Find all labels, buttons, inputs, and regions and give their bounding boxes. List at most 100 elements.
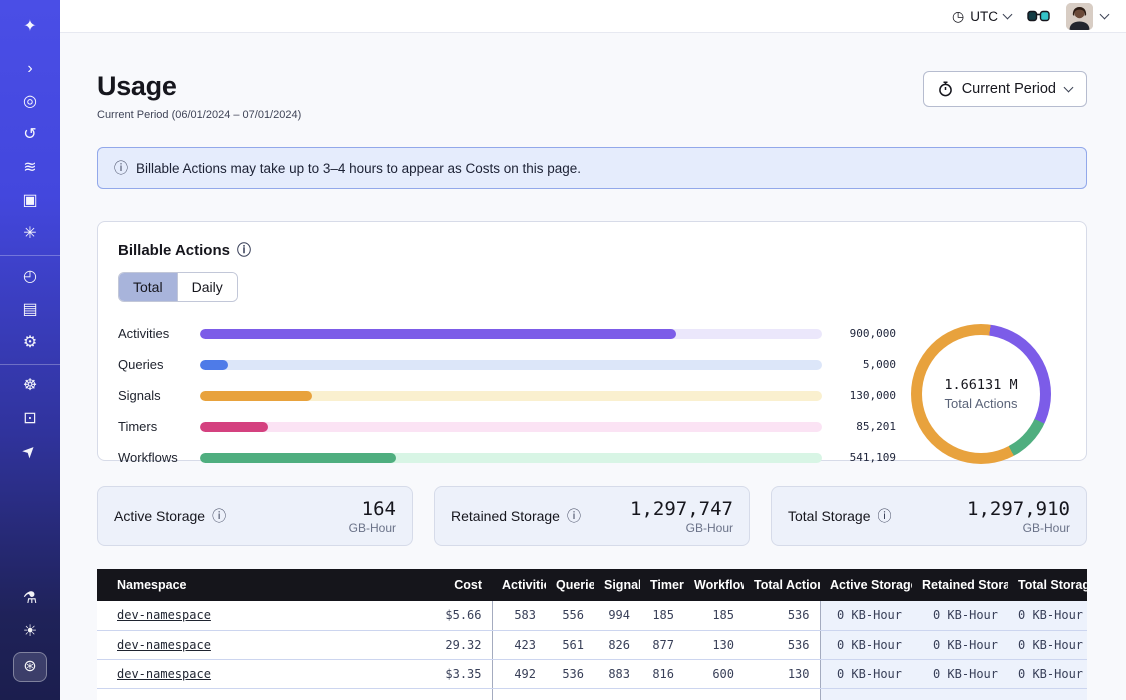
info-icon[interactable]: ⓘ [567,506,581,526]
table-cell [640,688,684,700]
billable-view-tabs: TotalDaily [118,272,238,302]
storage-card-label: Total Storage [788,508,871,524]
namespace-link[interactable]: dev-namespace [117,608,211,622]
storage-summary-row: Active Storageⓘ164GB-HourRetained Storag… [97,486,1087,546]
namespace-usage-table-wrap: NamespaceCostActivitiesQueriesSignalsTim… [97,569,1087,700]
table-cell: 556 [546,601,594,630]
stopwatch-icon [938,81,953,97]
bar-label: Activities [118,326,190,341]
storage-card-label: Retained Storage [451,508,560,524]
settings-gear-icon[interactable]: ⚙ [13,330,47,356]
namespace-cell: dev-namespace [97,601,382,630]
table-row: dev-namespace29.324235618268771305360 KB… [97,630,1087,659]
bar-fill [200,360,228,370]
storage-card-retained-storage: Retained Storageⓘ1,297,747GB-Hour [434,486,750,546]
storage-card-active-storage: Active Storageⓘ164GB-Hour [97,486,413,546]
namespace-usage-table: NamespaceCostActivitiesQueriesSignalsTim… [97,569,1087,700]
table-cell: 0 KB-Hour [1008,659,1087,688]
theme-sun-icon[interactable]: ☀ [13,619,47,645]
col-header-queries: Queries [546,569,594,601]
terminal-icon[interactable]: ⊡ [13,406,47,432]
table-cell [912,688,1008,700]
history-icon[interactable]: ↺ [13,122,47,148]
namespace-link[interactable]: dev-namespace [117,638,211,652]
table-cell: 883 [594,659,640,688]
table-cell: $5.66 [382,601,492,630]
storage-card-total-storage: Total Storageⓘ1,297,910GB-Hour [771,486,1087,546]
info-icon[interactable]: ⓘ [237,240,251,260]
table-cell: 185 [684,601,744,630]
bar-label: Workflows [118,450,190,465]
feedback-glasses-button[interactable] [1027,9,1050,23]
table-cell [546,688,594,700]
table-cell: 536 [744,601,820,630]
table-cell: 0 KB-Hour [820,601,912,630]
billable-actions-card: Billable Actions ⓘ TotalDaily Activities… [97,221,1087,461]
namespaces-icon[interactable]: ◎ [13,89,47,115]
page-subtitle: Current Period (06/01/2024 – 07/01/2024) [97,109,301,121]
table-cell: 583 [492,601,546,630]
banner-text: Billable Actions may take up to 3–4 hour… [136,161,581,176]
table-cell [594,688,640,700]
storage-card-label: Active Storage [114,508,205,524]
table-cell: 130 [684,630,744,659]
bar-track [200,360,822,370]
chevron-down-icon [1003,10,1013,20]
bar-track [200,391,822,401]
tab-total[interactable]: Total [119,273,177,301]
table-cell: 0 KB-Hour [820,630,912,659]
expand-sidebar-chevron-icon[interactable]: › [13,56,47,82]
temporal-logo-icon[interactable]: ✦ [13,14,47,40]
timezone-selector[interactable]: ◷ UTC [952,8,1011,25]
namespace-cell: dev-namespace [97,630,382,659]
table-cell: 0 KB-Hour [1008,630,1087,659]
table-row: dev-namespace$3.354925368838166001300 KB… [97,659,1087,688]
getting-started-rocket-icon[interactable]: ➤ [9,431,51,473]
bar-fill [200,391,312,401]
col-header-total-storage: Total Storage [1008,569,1087,601]
layers-icon[interactable]: ≋ [13,155,47,181]
table-cell: 536 [546,659,594,688]
storage-card-unit: GB-Hour [967,521,1070,535]
usage-gauge-icon[interactable]: ◴ [13,264,47,290]
usage-dollar-icon[interactable]: ⊛ [13,652,47,682]
table-cell: 0 KB-Hour [912,601,1008,630]
support-lifebuoy-icon[interactable]: ☸ [13,373,47,399]
tab-daily[interactable]: Daily [177,273,237,301]
bar-row-timers: Timers85,201 [118,419,896,434]
namespace-link[interactable]: dev-namespace [117,667,211,681]
table-cell: 0 KB-Hour [820,659,912,688]
bar-row-workflows: Workflows541,109 [118,450,896,465]
bar-row-signals: Signals 130,000 [118,388,896,403]
table-cell: 492 [492,659,546,688]
clock-icon: ◷ [952,8,964,25]
table-cell [744,688,820,700]
sidebar: ✦ › ◎ ↺ ≋ ▣ ✳ ◴ ▤ ⚙ ☸ ⊡➤ ⚗ ☀ ⊛ [0,0,60,700]
period-dropdown-button[interactable]: Current Period [923,71,1087,107]
table-cell: 816 [640,659,684,688]
table-cell [97,688,382,700]
bar-value: 85,201 [832,420,896,433]
billable-bar-chart: Activities900,000Queries5,000Signals130,… [118,322,896,465]
table-cell: 29.32 [382,630,492,659]
bar-value: 130,000 [832,389,896,402]
info-icon[interactable]: ⓘ [212,506,226,526]
bar-label: Signals [118,388,190,403]
table-cell: 877 [640,630,684,659]
col-header-namespace: Namespace [97,569,382,601]
table-row: dev-namespace$5.665835569941851855360 KB… [97,601,1087,630]
deployments-cube-icon[interactable]: ▣ [13,188,47,214]
bar-fill [200,329,676,339]
nexus-asterisk-icon[interactable]: ✳ [13,221,47,247]
user-menu[interactable] [1066,3,1108,30]
billable-actions-title: Billable Actions [118,242,230,259]
table-cell: 0 KB-Hour [912,630,1008,659]
billing-card-icon[interactable]: ▤ [13,297,47,323]
labs-flask-icon[interactable]: ⚗ [13,586,47,612]
chevron-down-icon [1064,83,1074,93]
table-cell [684,688,744,700]
info-icon[interactable]: ⓘ [878,506,892,526]
bar-row-activities: Activities900,000 [118,326,896,341]
namespace-cell: dev-namespace [97,659,382,688]
table-cell: 561 [546,630,594,659]
